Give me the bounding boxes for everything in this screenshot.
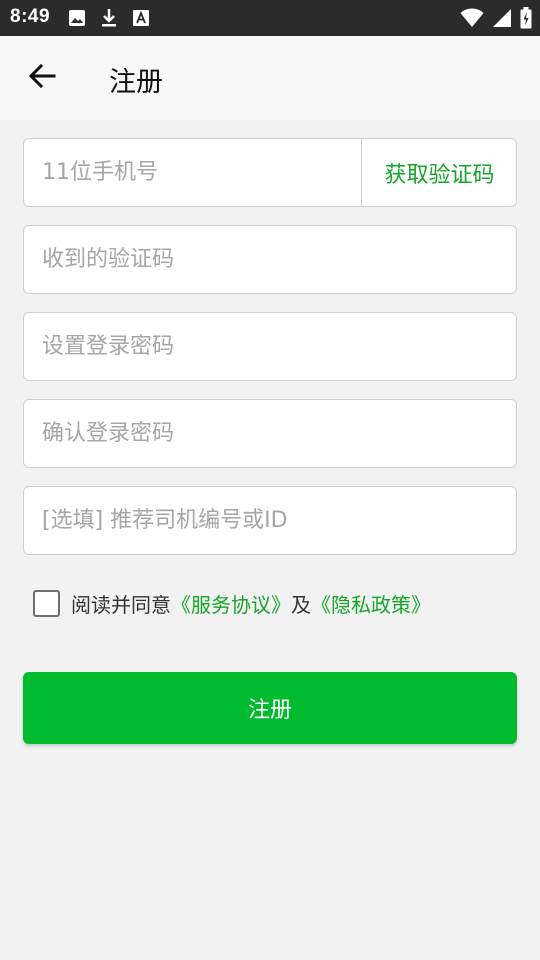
sms-code-field-group [23,225,517,294]
battery-icon [520,7,532,33]
agreement-checkbox[interactable] [33,589,60,617]
page-title: 注册 [109,67,163,98]
confirm-password-field-group [23,399,517,468]
referrer-field-group [23,486,517,555]
register-button[interactable]: 注册 [23,672,517,744]
phone-field-group: 获取验证码 [23,138,517,207]
status-time: 8:49 [10,6,51,27]
arrow-left-icon [28,62,56,94]
agreement-row: 阅读并同意 《服务协议》 及 《隐私政策》 [33,588,431,618]
service-agreement-link[interactable]: 《服务协议》 [171,589,291,618]
password-field-group [23,312,517,381]
back-button[interactable] [22,58,62,98]
notification-icons [68,8,150,32]
wifi-icon [460,8,484,32]
system-icons [460,7,532,33]
cell-signal-icon [492,8,512,32]
get-code-button[interactable]: 获取验证码 [362,139,517,206]
referrer-input[interactable] [24,487,516,554]
phone-input[interactable] [24,139,360,206]
font-icon [132,9,150,31]
agreement-and: 及 [291,592,311,617]
status-bar: 8:49 [0,0,540,36]
password-input[interactable] [24,313,516,380]
app-bar: 注册 [0,36,540,120]
confirm-password-input[interactable] [24,400,516,467]
image-icon [68,9,86,31]
sms-code-input[interactable] [24,226,516,293]
agreement-prefix: 阅读并同意 [71,592,171,617]
download-icon [100,8,118,32]
privacy-policy-link[interactable]: 《隐私政策》 [311,589,431,618]
